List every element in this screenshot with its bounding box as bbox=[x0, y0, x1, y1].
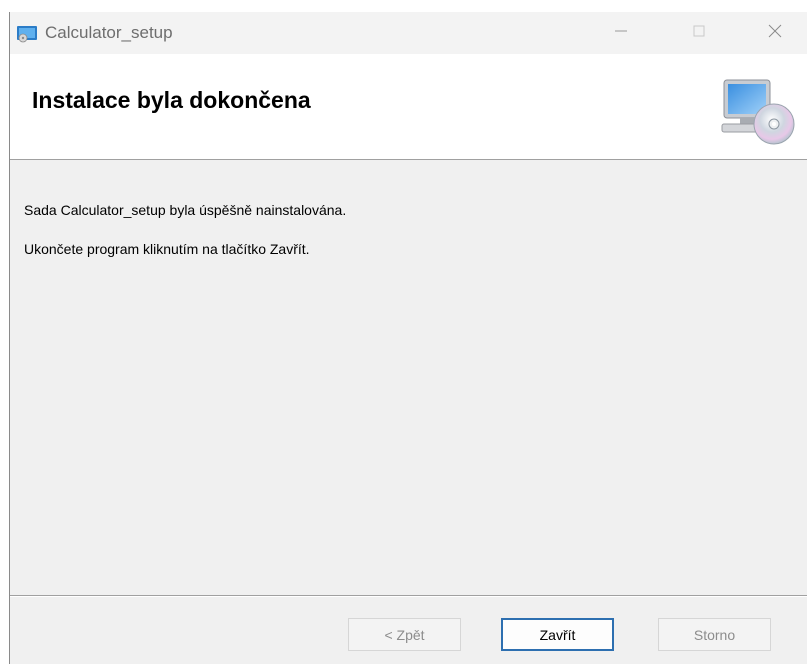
minimize-icon bbox=[614, 24, 628, 43]
maximize-icon bbox=[692, 24, 706, 43]
maximize-button[interactable] bbox=[676, 12, 722, 54]
close-instruction-message: Ukončete program kliknutím na tlačítko Z… bbox=[24, 241, 310, 257]
close-button[interactable] bbox=[752, 12, 798, 54]
computer-cd-icon bbox=[718, 74, 800, 146]
title-bar[interactable]: Calculator_setup bbox=[10, 12, 807, 54]
minimize-button[interactable] bbox=[598, 12, 644, 54]
installer-app-icon bbox=[17, 25, 37, 43]
content-area: Sada Calculator_setup byla úspěšně nains… bbox=[10, 160, 807, 604]
back-button[interactable]: < Zpět bbox=[348, 618, 461, 651]
finish-button[interactable]: Zavřít bbox=[501, 618, 614, 651]
close-icon bbox=[767, 23, 783, 44]
installer-window: Calculator_setup Instalace byla dokončen… bbox=[9, 12, 807, 664]
footer-divider bbox=[10, 595, 807, 597]
wizard-header: Instalace byla dokončena bbox=[10, 54, 807, 160]
page-title: Instalace byla dokončena bbox=[32, 87, 311, 113]
window-title: Calculator_setup bbox=[45, 23, 173, 42]
install-success-message: Sada Calculator_setup byla úspěšně nains… bbox=[24, 202, 347, 218]
cancel-button[interactable]: Storno bbox=[658, 618, 771, 651]
